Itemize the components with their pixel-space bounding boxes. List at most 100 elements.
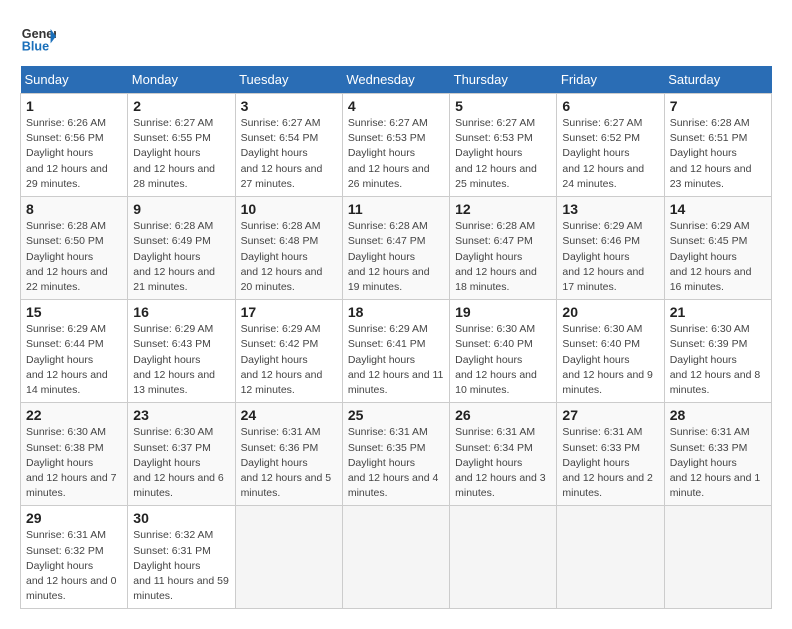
day-header-thursday: Thursday	[450, 66, 557, 94]
calendar-cell: 19 Sunrise: 6:30 AMSunset: 6:40 PMDayligh…	[450, 300, 557, 403]
calendar-cell: 4 Sunrise: 6:27 AMSunset: 6:53 PMDaylight…	[342, 94, 449, 197]
logo: General Blue	[20, 20, 56, 56]
day-detail: Sunrise: 6:29 AMSunset: 6:42 PMDaylight …	[241, 322, 337, 398]
calendar-cell: 29 Sunrise: 6:31 AMSunset: 6:32 PMDayligh…	[21, 506, 128, 609]
calendar-cell: 28 Sunrise: 6:31 AMSunset: 6:33 PMDayligh…	[664, 403, 771, 506]
calendar-cell	[557, 506, 664, 609]
day-number: 18	[348, 304, 444, 320]
day-detail: Sunrise: 6:29 AMSunset: 6:44 PMDaylight …	[26, 322, 122, 398]
logo-icon: General Blue	[20, 20, 56, 56]
day-detail: Sunrise: 6:27 AMSunset: 6:54 PMDaylight …	[241, 116, 337, 192]
day-number: 2	[133, 98, 229, 114]
calendar-cell: 27 Sunrise: 6:31 AMSunset: 6:33 PMDayligh…	[557, 403, 664, 506]
calendar-week-row: 15Sunrise: 6:29 AMSunset: 6:44 PMDayligh…	[21, 300, 772, 403]
day-number: 10	[241, 201, 337, 217]
day-detail: Sunrise: 6:31 AMSunset: 6:34 PMDaylight …	[455, 425, 551, 501]
day-detail: Sunrise: 6:29 AMSunset: 6:41 PMDaylight …	[348, 322, 444, 398]
day-detail: Sunrise: 6:31 AMSunset: 6:35 PMDaylight …	[348, 425, 444, 501]
day-detail: Sunrise: 6:30 AMSunset: 6:37 PMDaylight …	[133, 425, 229, 501]
day-header-monday: Monday	[128, 66, 235, 94]
day-detail: Sunrise: 6:28 AMSunset: 6:48 PMDaylight …	[241, 219, 337, 295]
page-header: General Blue	[20, 20, 772, 56]
calendar-cell: 26 Sunrise: 6:31 AMSunset: 6:34 PMDayligh…	[450, 403, 557, 506]
day-number: 4	[348, 98, 444, 114]
calendar-cell	[235, 506, 342, 609]
calendar-cell: 2 Sunrise: 6:27 AMSunset: 6:55 PMDaylight…	[128, 94, 235, 197]
day-detail: Sunrise: 6:30 AMSunset: 6:40 PMDaylight …	[455, 322, 551, 398]
day-number: 3	[241, 98, 337, 114]
calendar-cell: 13Sunrise: 6:29 AMSunset: 6:46 PMDayligh…	[557, 197, 664, 300]
day-number: 26	[455, 407, 551, 423]
day-detail: Sunrise: 6:28 AMSunset: 6:47 PMDaylight …	[348, 219, 444, 295]
calendar-cell	[342, 506, 449, 609]
day-detail: Sunrise: 6:30 AMSunset: 6:39 PMDaylight …	[670, 322, 766, 398]
day-number: 1	[26, 98, 122, 114]
calendar-week-row: 8 Sunrise: 6:28 AMSunset: 6:50 PMDaylight…	[21, 197, 772, 300]
day-detail: Sunrise: 6:28 AMSunset: 6:49 PMDaylight …	[133, 219, 229, 295]
day-header-tuesday: Tuesday	[235, 66, 342, 94]
day-detail: Sunrise: 6:29 AMSunset: 6:45 PMDaylight …	[670, 219, 766, 295]
day-number: 17	[241, 304, 337, 320]
day-detail: Sunrise: 6:31 AMSunset: 6:36 PMDaylight …	[241, 425, 337, 501]
calendar-cell: 1 Sunrise: 6:26 AMSunset: 6:56 PMDaylight…	[21, 94, 128, 197]
calendar-week-row: 1 Sunrise: 6:26 AMSunset: 6:56 PMDaylight…	[21, 94, 772, 197]
day-number: 5	[455, 98, 551, 114]
calendar-cell: 24 Sunrise: 6:31 AMSunset: 6:36 PMDayligh…	[235, 403, 342, 506]
day-detail: Sunrise: 6:27 AMSunset: 6:53 PMDaylight …	[348, 116, 444, 192]
day-detail: Sunrise: 6:32 AMSunset: 6:31 PMDaylight …	[133, 528, 229, 604]
day-header-sunday: Sunday	[21, 66, 128, 94]
day-number: 16	[133, 304, 229, 320]
day-number: 24	[241, 407, 337, 423]
day-detail: Sunrise: 6:29 AMSunset: 6:43 PMDaylight …	[133, 322, 229, 398]
day-detail: Sunrise: 6:31 AMSunset: 6:32 PMDaylight …	[26, 528, 122, 604]
day-detail: Sunrise: 6:28 AMSunset: 6:51 PMDaylight …	[670, 116, 766, 192]
day-number: 30	[133, 510, 229, 526]
svg-text:Blue: Blue	[22, 40, 49, 54]
calendar-cell: 6 Sunrise: 6:27 AMSunset: 6:52 PMDaylight…	[557, 94, 664, 197]
calendar-cell: 5 Sunrise: 6:27 AMSunset: 6:53 PMDaylight…	[450, 94, 557, 197]
day-header-wednesday: Wednesday	[342, 66, 449, 94]
day-detail: Sunrise: 6:30 AMSunset: 6:38 PMDaylight …	[26, 425, 122, 501]
calendar-cell: 10 Sunrise: 6:28 AMSunset: 6:48 PMDayligh…	[235, 197, 342, 300]
day-number: 6	[562, 98, 658, 114]
day-header-friday: Friday	[557, 66, 664, 94]
day-detail: Sunrise: 6:31 AMSunset: 6:33 PMDaylight …	[670, 425, 766, 501]
day-number: 22	[26, 407, 122, 423]
day-number: 8	[26, 201, 122, 217]
calendar-cell: 25 Sunrise: 6:31 AMSunset: 6:35 PMDayligh…	[342, 403, 449, 506]
day-number: 13	[562, 201, 658, 217]
day-detail: Sunrise: 6:30 AMSunset: 6:40 PMDaylight …	[562, 322, 658, 398]
day-detail: Sunrise: 6:31 AMSunset: 6:33 PMDaylight …	[562, 425, 658, 501]
day-detail: Sunrise: 6:27 AMSunset: 6:52 PMDaylight …	[562, 116, 658, 192]
day-detail: Sunrise: 6:26 AMSunset: 6:56 PMDaylight …	[26, 116, 122, 192]
calendar-cell: 16 Sunrise: 6:29 AMSunset: 6:43 PMDayligh…	[128, 300, 235, 403]
day-detail: Sunrise: 6:27 AMSunset: 6:55 PMDaylight …	[133, 116, 229, 192]
calendar-cell: 20 Sunrise: 6:30 AMSunset: 6:40 PMDayligh…	[557, 300, 664, 403]
calendar-cell: 21 Sunrise: 6:30 AMSunset: 6:39 PMDayligh…	[664, 300, 771, 403]
day-number: 25	[348, 407, 444, 423]
day-number: 19	[455, 304, 551, 320]
day-number: 20	[562, 304, 658, 320]
day-number: 29	[26, 510, 122, 526]
calendar-cell: 17 Sunrise: 6:29 AMSunset: 6:42 PMDayligh…	[235, 300, 342, 403]
calendar-cell: 3 Sunrise: 6:27 AMSunset: 6:54 PMDaylight…	[235, 94, 342, 197]
calendar-table: SundayMondayTuesdayWednesdayThursdayFrid…	[20, 66, 772, 609]
day-detail: Sunrise: 6:27 AMSunset: 6:53 PMDaylight …	[455, 116, 551, 192]
calendar-cell	[664, 506, 771, 609]
calendar-cell: 11Sunrise: 6:28 AMSunset: 6:47 PMDayligh…	[342, 197, 449, 300]
day-number: 28	[670, 407, 766, 423]
day-number: 9	[133, 201, 229, 217]
day-number: 14	[670, 201, 766, 217]
calendar-week-row: 29 Sunrise: 6:31 AMSunset: 6:32 PMDayligh…	[21, 506, 772, 609]
day-number: 27	[562, 407, 658, 423]
day-number: 12	[455, 201, 551, 217]
calendar-week-row: 22 Sunrise: 6:30 AMSunset: 6:38 PMDayligh…	[21, 403, 772, 506]
calendar-cell: 22 Sunrise: 6:30 AMSunset: 6:38 PMDayligh…	[21, 403, 128, 506]
calendar-cell: 30 Sunrise: 6:32 AMSunset: 6:31 PMDayligh…	[128, 506, 235, 609]
day-number: 7	[670, 98, 766, 114]
day-header-saturday: Saturday	[664, 66, 771, 94]
calendar-cell: 23Sunrise: 6:30 AMSunset: 6:37 PMDayligh…	[128, 403, 235, 506]
day-detail: Sunrise: 6:28 AMSunset: 6:50 PMDaylight …	[26, 219, 122, 295]
calendar-cell: 9 Sunrise: 6:28 AMSunset: 6:49 PMDaylight…	[128, 197, 235, 300]
day-number: 21	[670, 304, 766, 320]
